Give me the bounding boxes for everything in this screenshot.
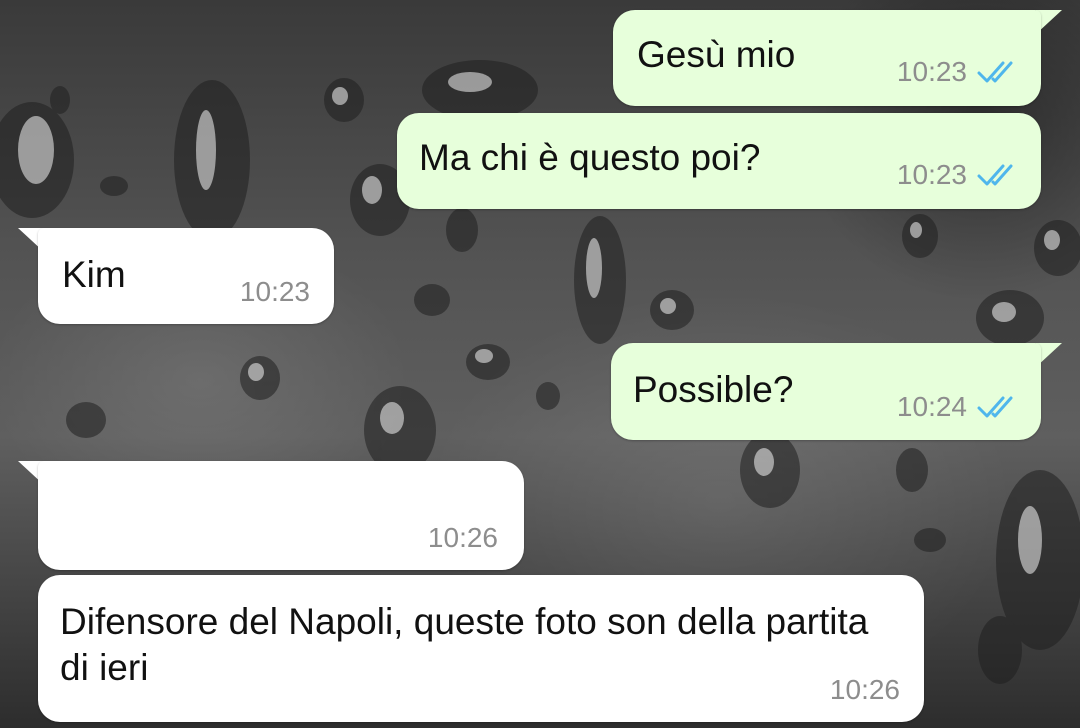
message-meta: 10:26 (830, 674, 900, 706)
message-time: 10:23 (896, 56, 967, 87)
outgoing-message-bubble[interactable]: Ma chi è questo poi? 10:23 (397, 113, 1041, 209)
message-text: Kim (62, 254, 126, 295)
message-meta: 10:23 (897, 56, 1019, 88)
message-text: Gesù mio (637, 34, 796, 75)
outgoing-message-bubble[interactable]: Possible? 10:24 (611, 343, 1041, 440)
message-meta: 10:23 (897, 159, 1019, 191)
message-meta: 10:23 (240, 276, 310, 308)
message-time: 10:23 (239, 276, 310, 307)
incoming-message-bubble[interactable]: Kim 10:23 (38, 228, 334, 324)
double-check-read-icon (977, 59, 1019, 85)
message-meta: 10:26 (428, 522, 498, 554)
double-check-read-icon (977, 394, 1019, 420)
message-time: 10:23 (896, 159, 967, 190)
message-text: Possible? (633, 369, 794, 410)
message-time: 10:26 (427, 522, 498, 553)
outgoing-message-bubble[interactable]: Gesù mio 10:23 (613, 10, 1041, 106)
incoming-message-bubble[interactable]: Difensore del Napoli, queste foto son de… (38, 575, 924, 722)
incoming-message-bubble[interactable]: No (38, 461, 524, 631)
message-text: Ma chi è questo poi? (419, 137, 761, 178)
message-text: Difensore del Napoli, queste foto son de… (60, 601, 879, 688)
double-check-read-icon (977, 162, 1019, 188)
message-meta: 10:24 (897, 391, 1019, 423)
message-time: 10:26 (829, 674, 900, 705)
message-time: 10:24 (896, 391, 967, 422)
